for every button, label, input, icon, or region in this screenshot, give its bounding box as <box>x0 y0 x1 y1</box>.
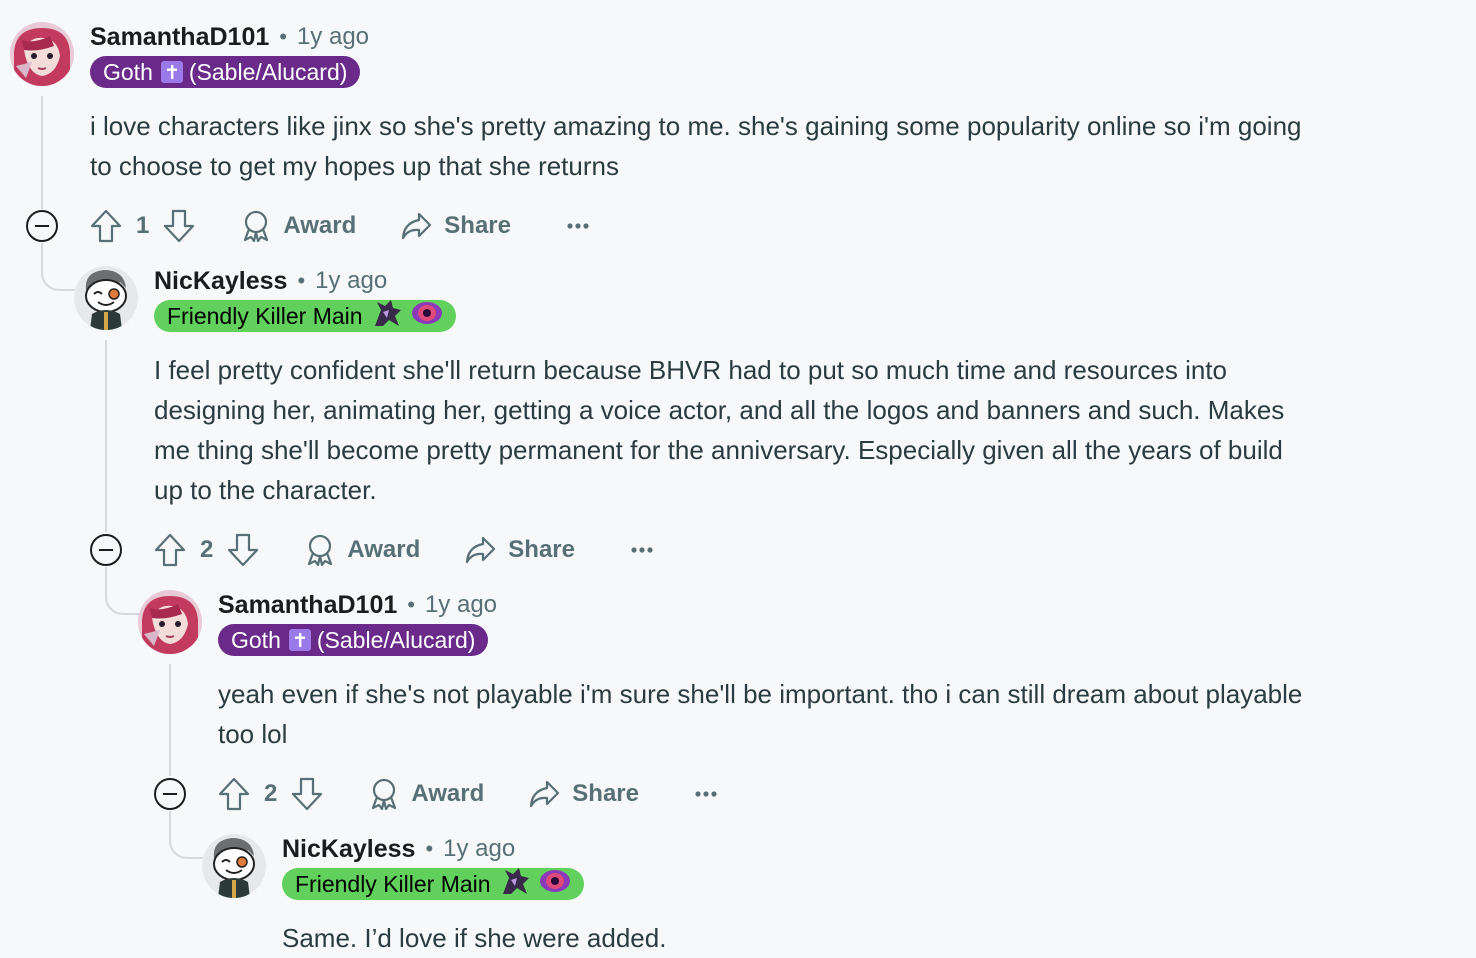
avatar[interactable] <box>10 22 74 86</box>
share-button[interactable]: Share <box>464 535 575 565</box>
separator-dot: • <box>297 268 306 293</box>
username[interactable]: SamanthaD101 <box>218 591 397 620</box>
avatar-image <box>138 590 202 654</box>
collapse-minus-icon[interactable] <box>26 210 58 242</box>
separator-dot: • <box>279 24 287 49</box>
vote-score: 1 <box>136 212 150 239</box>
avatar-image <box>74 266 138 330</box>
separator-dot: • <box>425 836 434 861</box>
thread-connector <box>105 567 139 615</box>
share-arrow-icon <box>530 780 560 808</box>
collapse-minus-icon[interactable] <box>90 534 122 566</box>
comment-actions: 2 Award Share <box>216 774 717 814</box>
arrow-down-outline-icon[interactable] <box>161 206 197 246</box>
vote-score: 2 <box>200 536 214 563</box>
award-button[interactable]: Award <box>305 534 420 566</box>
separator-dot: • <box>407 592 415 617</box>
share-label: Share <box>444 212 511 239</box>
comment-line: i love characters like jinx so she's pre… <box>90 111 1302 141</box>
eye-emoji-icon <box>411 299 443 333</box>
comment-actions: 1 Award Share <box>88 206 589 246</box>
ellipsis-icon[interactable] <box>695 774 717 814</box>
thread-line <box>41 96 43 209</box>
flair-text: Goth <box>231 626 281 653</box>
arrow-up-outline-icon[interactable] <box>152 530 188 570</box>
comment-line: too lol <box>218 719 288 749</box>
username[interactable]: NicKayless <box>282 835 415 864</box>
award-label: Award <box>283 212 357 239</box>
share-arrow-icon <box>402 212 432 240</box>
comment-line: yeah even if she's not playable i'm sure… <box>218 679 1303 709</box>
timestamp[interactable]: 1y ago <box>315 267 387 295</box>
arrow-down-outline-icon[interactable] <box>225 530 261 570</box>
timestamp[interactable]: 1y ago <box>425 591 497 619</box>
share-label: Share <box>572 780 639 807</box>
award-ribbon-icon <box>308 534 333 566</box>
flair-text: (Sable/Alucard) <box>316 626 476 653</box>
comment-body: I feel pretty confident she'll return be… <box>154 350 1464 510</box>
avatar[interactable] <box>202 834 266 898</box>
flair-text: Goth <box>103 58 153 85</box>
comment-body: i love characters like jinx so she's pre… <box>90 106 1470 186</box>
user-flair: Friendly Killer Main <box>154 300 456 332</box>
award-label: Award <box>347 536 421 563</box>
comment-actions: 2 Award Share <box>152 530 653 570</box>
share-button[interactable]: Share <box>400 211 511 241</box>
user-flair: Goth (Sable/Alucard) <box>218 624 489 656</box>
award-button[interactable]: Award <box>369 778 484 810</box>
avatar[interactable] <box>138 590 202 654</box>
avatar-image <box>10 22 74 86</box>
award-ribbon-icon <box>244 210 269 242</box>
arrow-up-outline-icon[interactable] <box>88 206 124 246</box>
arrow-down-outline-icon[interactable] <box>289 774 325 814</box>
award-ribbon-icon <box>372 778 397 810</box>
flair-text: (Sable/Alucard) <box>188 58 348 85</box>
killer-emoji-icon <box>371 298 403 334</box>
comment-line: to choose to get my hopes up that she re… <box>90 151 619 181</box>
share-arrow-icon <box>466 536 496 564</box>
username[interactable]: NicKayless <box>154 267 287 296</box>
comment-line: up to the character. <box>154 475 377 505</box>
award-button[interactable]: Award <box>241 210 356 242</box>
user-flair: Goth (Sable/Alucard) <box>90 56 361 88</box>
thread-line <box>169 664 171 776</box>
thread-connector <box>41 243 75 291</box>
vote-score: 2 <box>264 780 278 807</box>
arrow-up-outline-icon[interactable] <box>216 774 252 814</box>
comment-body: yeah even if she's not playable i'm sure… <box>218 674 1468 754</box>
user-flair: Friendly Killer Main <box>282 868 584 900</box>
thread-connector <box>169 811 203 859</box>
comment-line: me thing she'll become pretty permanent … <box>154 435 1283 465</box>
thread-line <box>105 340 107 532</box>
collapse-minus-icon[interactable] <box>154 778 186 810</box>
avatar-image <box>202 834 266 898</box>
avatar[interactable] <box>74 266 138 330</box>
timestamp[interactable]: 1y ago <box>297 23 369 51</box>
comment-line: Same. I’d love if she were added. <box>282 923 667 953</box>
share-label: Share <box>508 536 575 563</box>
ellipsis-icon[interactable] <box>631 530 653 570</box>
ellipsis-icon[interactable] <box>567 206 589 246</box>
cross-emoji-icon <box>160 61 183 83</box>
flair-text: Friendly Killer Main <box>167 302 363 329</box>
comment-line: designing her, animating her, getting a … <box>154 395 1285 425</box>
cross-emoji-icon <box>288 629 311 651</box>
share-button[interactable]: Share <box>528 779 639 809</box>
eye-emoji-icon <box>539 867 571 901</box>
comment-body: Same. I’d love if she were added. <box>282 918 1462 958</box>
username[interactable]: SamanthaD101 <box>90 23 269 52</box>
award-label: Award <box>411 780 485 807</box>
comment-line: I feel pretty confident she'll return be… <box>154 355 1227 385</box>
timestamp[interactable]: 1y ago <box>443 835 515 863</box>
killer-emoji-icon <box>499 866 531 902</box>
flair-text: Friendly Killer Main <box>295 870 491 897</box>
